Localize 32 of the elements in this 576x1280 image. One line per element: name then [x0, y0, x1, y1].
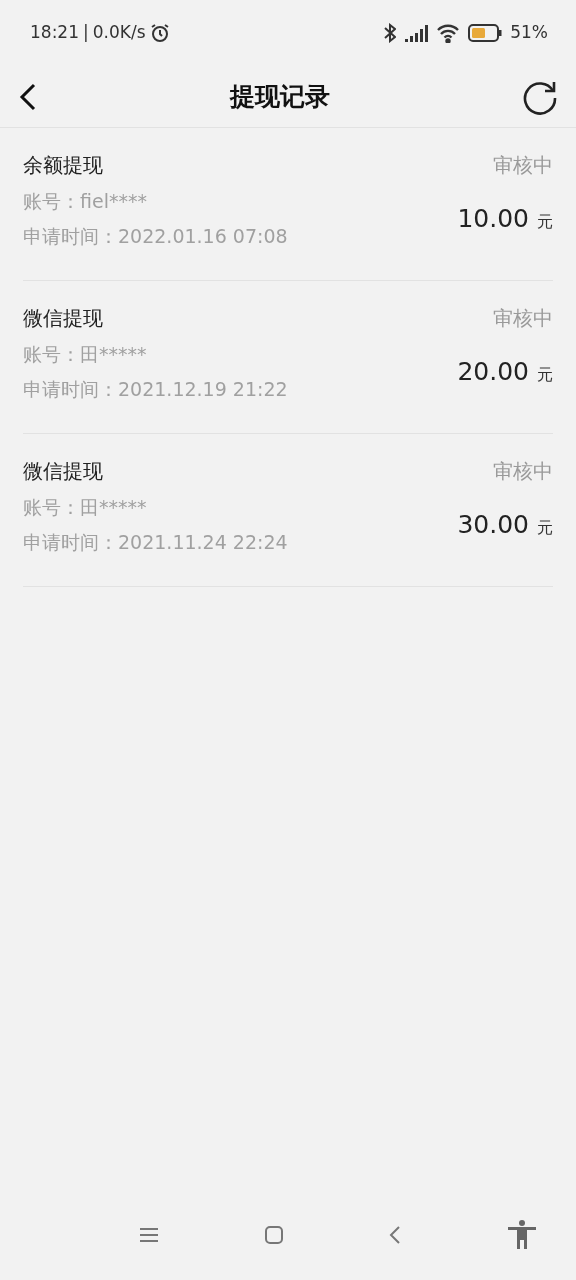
- currency-unit: 元: [537, 364, 553, 387]
- page-title: 提现记录: [230, 80, 330, 113]
- clock-time: 18:21: [30, 21, 79, 45]
- wifi-icon: [436, 23, 461, 43]
- back-icon[interactable]: [18, 81, 38, 112]
- home-icon[interactable]: [264, 1226, 283, 1244]
- network-speed: 0.0K/s: [92, 21, 146, 45]
- signal-icon: [404, 23, 429, 43]
- record-status: 审核中: [493, 458, 553, 485]
- record-title: 微信提现: [23, 305, 103, 332]
- bluetooth-icon: [384, 23, 397, 43]
- apply-time: 申请时间：2021.12.19 21:22: [23, 377, 288, 402]
- separator-text: |: [83, 21, 89, 45]
- account-text: 账号：田*****: [23, 495, 148, 520]
- amount-text: 20.00: [457, 356, 529, 389]
- menu-icon[interactable]: [140, 1227, 158, 1243]
- account-text: 账号：fiel****: [23, 189, 148, 214]
- record-title: 微信提现: [23, 458, 103, 485]
- record-title: 余额提现: [23, 152, 103, 179]
- alarm-icon: [149, 23, 170, 43]
- currency-unit: 元: [537, 211, 553, 234]
- account-text: 账号：田*****: [23, 342, 148, 367]
- amount-text: 10.00: [457, 203, 529, 236]
- accessibility-icon[interactable]: [507, 1220, 536, 1250]
- record-status: 审核中: [493, 152, 553, 179]
- currency-unit: 元: [537, 517, 553, 540]
- battery-icon: [468, 24, 503, 42]
- record-status: 审核中: [493, 305, 553, 332]
- apply-time: 申请时间：2022.01.16 07:08: [23, 224, 288, 249]
- amount-text: 30.00: [457, 509, 529, 542]
- apply-time: 申请时间：2021.11.24 22:24: [23, 530, 288, 555]
- battery-percent: 51%: [510, 21, 548, 45]
